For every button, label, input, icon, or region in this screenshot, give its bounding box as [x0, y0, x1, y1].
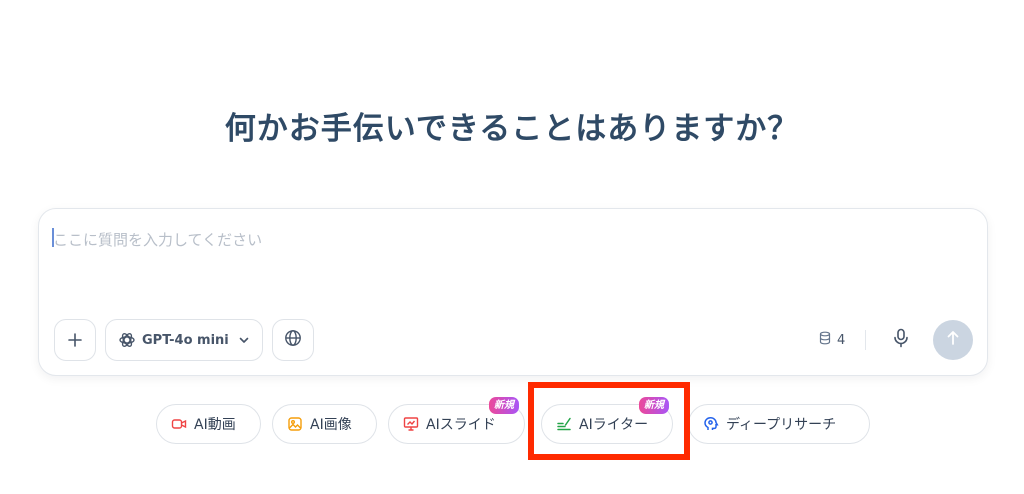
openai-logo-icon	[118, 331, 136, 349]
credits-count: 4	[837, 332, 846, 348]
credits-indicator: 4	[819, 330, 845, 350]
toolbar-divider	[865, 330, 866, 350]
model-selector[interactable]: GPT-4o mini	[105, 319, 263, 361]
ai-writer-label: AIライター	[579, 417, 649, 433]
ai-image-button[interactable]: AI画像	[272, 404, 377, 444]
model-label: GPT-4o mini	[142, 332, 229, 348]
arrow-up-icon	[946, 330, 960, 350]
image-icon	[287, 416, 303, 432]
page: 何かお手伝いできることはありますか？ GPT-4o mini	[0, 0, 1024, 494]
chevron-down-icon	[238, 334, 250, 346]
globe-icon	[284, 329, 302, 351]
database-icon	[819, 331, 831, 349]
presentation-icon	[403, 416, 419, 432]
ai-image-label: AI画像	[310, 417, 352, 433]
deep-research-label: ディープリサーチ	[726, 417, 837, 433]
ai-video-button[interactable]: AI動画	[156, 404, 261, 444]
microphone-icon	[893, 328, 909, 352]
ai-video-label: AI動画	[194, 417, 236, 433]
page-headline: 何かお手伝いできることはありますか？	[224, 111, 800, 147]
ai-slide-label: AIスライド	[426, 417, 496, 433]
new-badge: 新規	[639, 397, 669, 414]
plus-icon	[67, 326, 83, 354]
chat-composer: GPT-4o mini 4	[38, 208, 988, 376]
video-icon	[171, 416, 187, 432]
voice-input-button[interactable]	[887, 326, 915, 354]
add-attachment-button[interactable]	[54, 319, 96, 361]
new-badge: 新規	[489, 397, 519, 414]
writer-pen-icon	[556, 416, 572, 432]
prompt-input[interactable]	[53, 225, 953, 255]
brain-icon	[703, 416, 719, 432]
send-button[interactable]	[933, 320, 973, 360]
web-search-button[interactable]	[272, 319, 314, 361]
deep-research-button[interactable]: ディープリサーチ	[688, 404, 870, 444]
